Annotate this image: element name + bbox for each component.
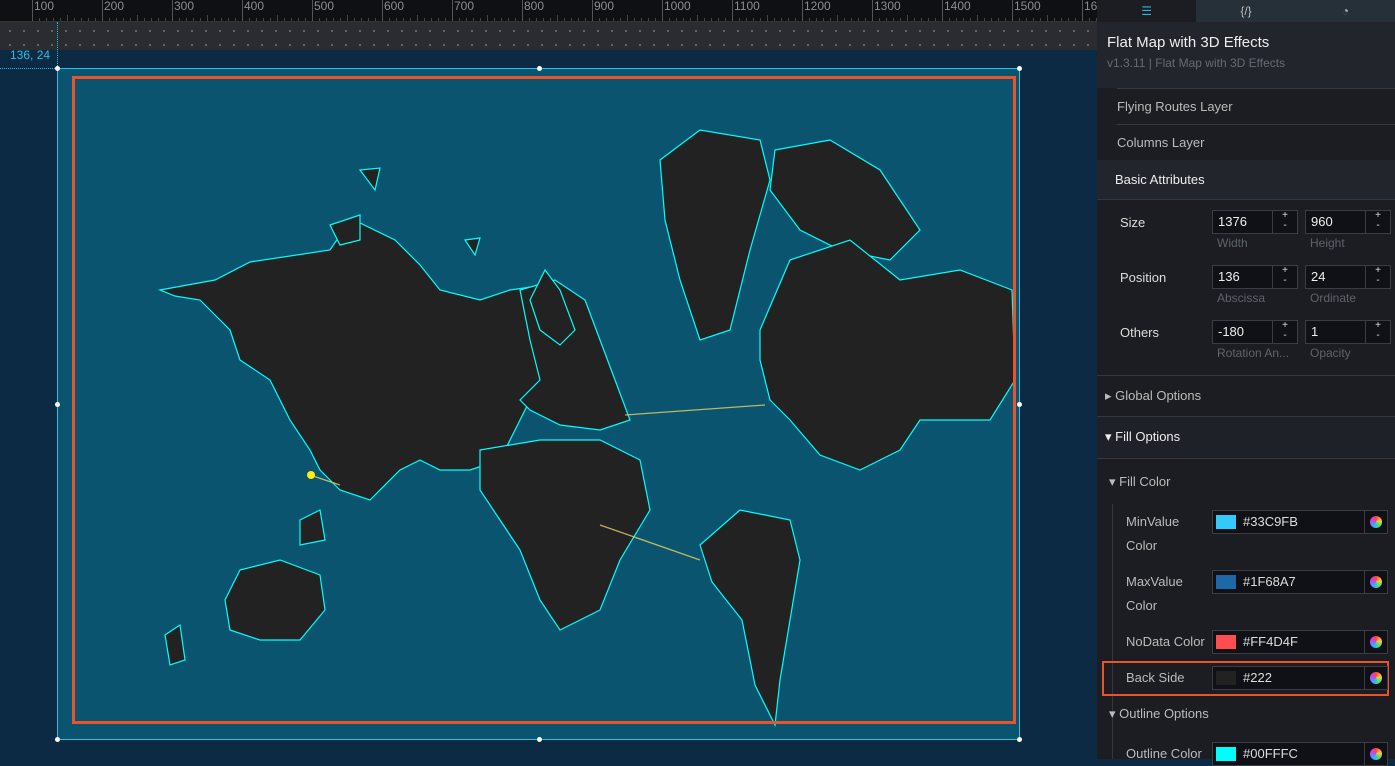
color-swatch	[1216, 635, 1236, 649]
color-swatch	[1216, 671, 1236, 685]
tab-interaction[interactable]: ◔	[1295, 0, 1395, 22]
ordinate-stepper[interactable]: + -	[1365, 266, 1390, 288]
back-side-color-input[interactable]: #222	[1212, 666, 1388, 690]
rotation-input[interactable]: -180 + -	[1212, 320, 1298, 344]
component-title: Flat Map with 3D Effects	[1107, 34, 1270, 51]
component-version: v1.3.11 | Flat Map with 3D Effects	[1107, 56, 1286, 70]
ordinate-input[interactable]: 24 + -	[1305, 265, 1391, 289]
opacity-stepper[interactable]: + -	[1365, 321, 1390, 343]
rotation-stepper[interactable]: + -	[1272, 321, 1297, 343]
sliders-icon: ☰	[1141, 4, 1153, 18]
highlight-box	[72, 76, 1016, 724]
color-picker-icon[interactable]	[1364, 571, 1387, 593]
layer-flying-routes[interactable]: Flying Routes Layer	[1117, 88, 1395, 124]
abscissa-input[interactable]: 136 + -	[1212, 265, 1298, 289]
min-value-color-input[interactable]: #33C9FB	[1212, 510, 1388, 534]
color-swatch	[1216, 515, 1236, 529]
outline-color-input[interactable]: #00FFFC	[1212, 742, 1388, 766]
color-picker-icon[interactable]	[1364, 631, 1387, 653]
nodata-color-input[interactable]: #FF4D4F	[1212, 630, 1388, 654]
layer-columns[interactable]: Columns Layer	[1117, 124, 1395, 160]
color-swatch	[1216, 575, 1236, 589]
fill-color-group[interactable]: ▾ Fill Color	[1109, 474, 1170, 490]
properties-panel: ☰ {/} ◔ Flat Map with 3D Effects v1.3.11…	[1097, 0, 1395, 766]
color-picker-icon[interactable]	[1364, 511, 1387, 533]
size-label: Size	[1120, 215, 1146, 230]
tab-data[interactable]: {/}	[1196, 0, 1296, 22]
height-stepper[interactable]: + -	[1365, 211, 1390, 233]
opacity-input[interactable]: 1 + -	[1305, 320, 1391, 344]
abscissa-stepper[interactable]: + -	[1272, 266, 1297, 288]
position-label: Position	[1120, 270, 1167, 285]
section-global-options[interactable]: ▸ Global Options	[1097, 375, 1395, 417]
tab-settings[interactable]: ☰	[1097, 0, 1197, 22]
max-value-color-input[interactable]: #1F68A7	[1212, 570, 1388, 594]
others-label: Others	[1120, 325, 1160, 340]
width-input[interactable]: 1376 + -	[1212, 210, 1298, 234]
color-picker-icon[interactable]	[1364, 743, 1387, 765]
height-input[interactable]: 960 + -	[1305, 210, 1391, 234]
cursor-icon: ◔	[1341, 4, 1349, 18]
section-fill-options[interactable]: ▾ Fill Options	[1097, 417, 1395, 459]
color-picker-icon[interactable]	[1364, 667, 1387, 689]
section-basic-attributes[interactable]: Basic Attributes	[1097, 160, 1395, 200]
width-stepper[interactable]: + -	[1272, 211, 1297, 233]
outline-options-group[interactable]: ▾ Outline Options	[1109, 706, 1209, 722]
